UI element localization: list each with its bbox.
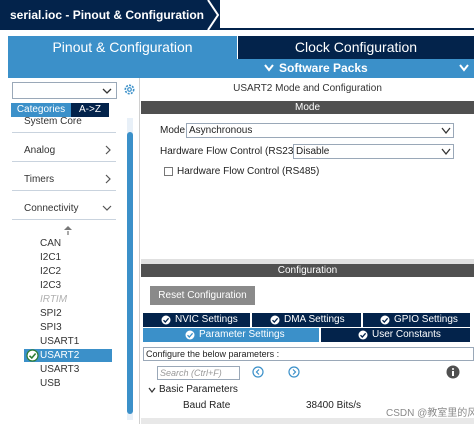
category-label: Analog <box>24 145 56 156</box>
category-label: Connectivity <box>24 203 79 214</box>
search-input[interactable]: Search (Ctrl+F) <box>157 366 240 380</box>
chevron-right-icon <box>105 145 111 155</box>
hw-flow-select[interactable]: Disable <box>293 144 454 159</box>
watermark: CSDN @教室里的风琴 <box>386 408 474 419</box>
check-circle-icon <box>161 315 171 325</box>
bottom-scrollbar[interactable] <box>141 418 474 424</box>
peripheral-item-usb[interactable]: USB <box>40 378 61 389</box>
category-analog[interactable]: Analog <box>12 140 116 162</box>
mode-select[interactable]: Asynchronous <box>186 123 454 138</box>
tab-label: GPIO Settings <box>394 314 458 325</box>
gear-icon[interactable] <box>123 83 136 96</box>
mode-header: Mode <box>141 101 474 114</box>
panel-title: USART2 Mode and Configuration <box>233 83 382 94</box>
param-value[interactable]: 38400 Bits/s <box>306 400 361 411</box>
rs485-checkbox[interactable] <box>164 167 173 176</box>
tab-label: DMA Settings <box>284 314 345 325</box>
peripheral-item-spi2[interactable]: SPI2 <box>40 308 62 319</box>
chevron-down-icon[interactable] <box>148 386 156 394</box>
chevron-down-icon <box>441 127 451 135</box>
chevron-down-icon <box>102 205 112 211</box>
group-basic-parameters[interactable]: Basic Parameters <box>159 384 238 395</box>
peripheral-item-can[interactable]: CAN <box>40 238 61 249</box>
tab-parameter-settings[interactable]: Parameter Settings <box>143 328 319 342</box>
reset-configuration-button[interactable]: Reset Configuration <box>150 286 255 305</box>
check-circle-icon <box>185 330 195 340</box>
tab-nvic-settings[interactable]: NVIC Settings <box>143 313 250 327</box>
previous-icon[interactable] <box>252 366 264 378</box>
chevron-down-icon <box>459 64 469 72</box>
subbar-left <box>8 59 237 78</box>
chevron-down-icon <box>441 148 451 156</box>
category-system-core[interactable]: System Core <box>12 113 116 133</box>
hw-flow-select-value: Disable <box>296 146 330 157</box>
category-label: System Core <box>24 116 82 127</box>
peripheral-item-i2c3[interactable]: I2C3 <box>40 280 61 291</box>
tab-pinout-configuration[interactable]: Pinout & Configuration <box>8 36 237 59</box>
configure-text: Configure the below parameters : <box>143 347 474 361</box>
info-icon[interactable] <box>446 365 460 379</box>
sidebar-scrollbar-thumb[interactable] <box>127 132 133 414</box>
check-circle-icon <box>270 315 280 325</box>
software-packs-label[interactable]: Software Packs <box>279 60 368 77</box>
tab-label: User Constants <box>372 329 441 340</box>
peripheral-item-usart2[interactable]: USART2 <box>40 350 79 361</box>
category-label: Timers <box>24 174 55 185</box>
tab-label: Parameter Settings <box>199 329 285 340</box>
configuration-header: Configuration <box>141 264 474 277</box>
check-circle-icon <box>358 330 368 340</box>
category-timers[interactable]: Timers <box>12 169 116 191</box>
mode-select-value: Asynchronous <box>189 125 253 136</box>
tab-label: NVIC Settings <box>175 314 238 325</box>
peripheral-item-usart1[interactable]: USART1 <box>40 336 79 347</box>
sort-icon[interactable] <box>64 226 72 236</box>
chevron-down-icon[interactable] <box>102 86 112 96</box>
tab-user-constants[interactable]: User Constants <box>321 328 470 342</box>
peripheral-item-irtim[interactable]: IRTIM <box>40 294 67 305</box>
param-name: Baud Rate <box>183 400 231 411</box>
peripheral-item-i2c1[interactable]: I2C1 <box>40 252 61 263</box>
chevron-down-icon <box>264 64 274 72</box>
rs485-label: Hardware Flow Control (RS485) <box>177 166 320 177</box>
peripheral-item-i2c2[interactable]: I2C2 <box>40 266 61 277</box>
mode-label: Mode <box>160 125 186 136</box>
peripheral-item-usart3[interactable]: USART3 <box>40 364 79 375</box>
next-icon[interactable] <box>288 366 300 378</box>
chevron-right-icon <box>105 174 111 184</box>
category-connectivity[interactable]: Connectivity <box>12 198 116 220</box>
hw-flow-label: Hardware Flow Control (RS232) <box>160 146 303 157</box>
tab-dma-settings[interactable]: DMA Settings <box>252 313 361 327</box>
check-circle-icon <box>380 315 390 325</box>
tab-clock-configuration[interactable]: Clock Configuration <box>238 36 474 59</box>
peripheral-item-spi3[interactable]: SPI3 <box>40 322 62 333</box>
tab-gpio-settings[interactable]: GPIO Settings <box>363 313 470 327</box>
window-title: serial.ioc - Pinout & Configuration <box>10 8 205 22</box>
check-circle-icon <box>26 349 39 362</box>
